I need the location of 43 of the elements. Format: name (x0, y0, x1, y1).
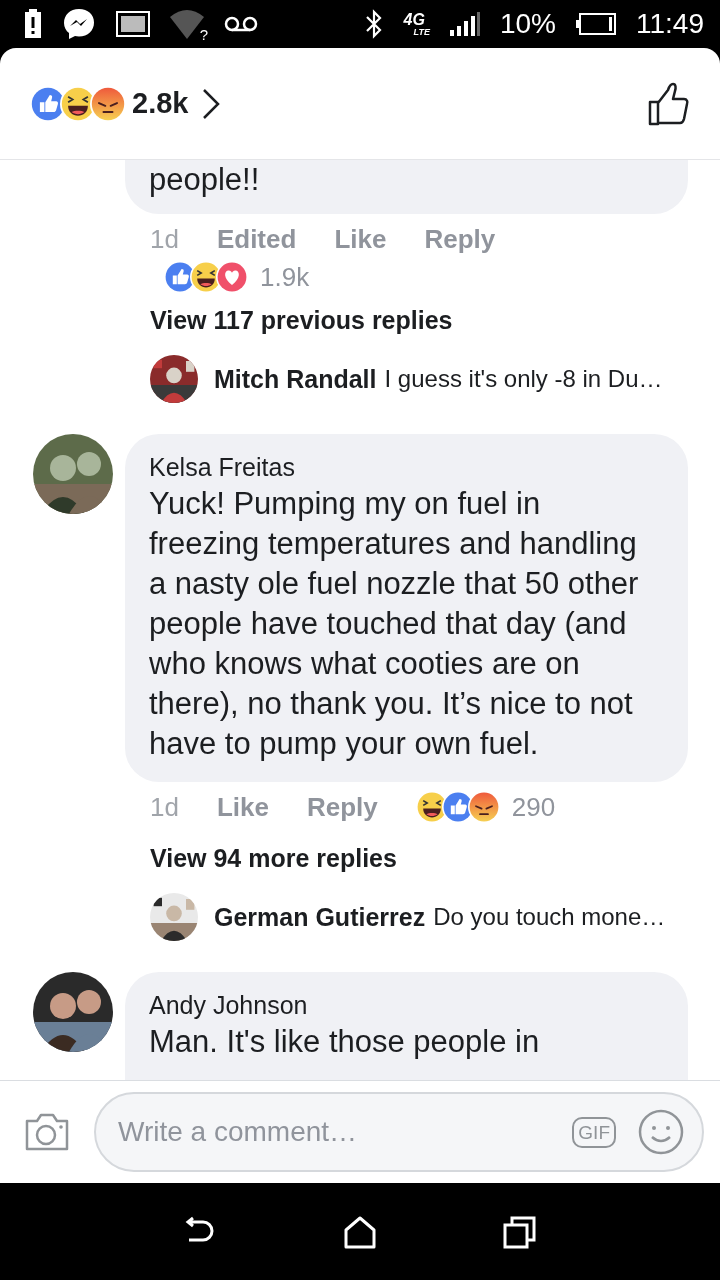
recent-apps-icon[interactable] (503, 1214, 537, 1249)
battery-icon (576, 13, 616, 35)
comment-text: Man. It's like those people in (149, 1023, 541, 1061)
reaction-summary[interactable]: 290 (415, 791, 556, 823)
network-subtype: LTE (413, 27, 430, 37)
comment-author[interactable]: Kelsa Freitas (149, 450, 660, 484)
view-replies-link[interactable]: View 94 more replies (150, 832, 720, 884)
reply-text: Do you touch mone… (433, 903, 666, 931)
comment-action-link[interactable]: Like (334, 223, 387, 255)
view-replies-link[interactable]: View 117 previous replies (150, 294, 720, 346)
comment-field[interactable]: Write a comment… GIF (94, 1092, 704, 1172)
network-type: 4G (403, 11, 426, 28)
timestamp: 1d (150, 223, 179, 255)
image-icon (116, 11, 150, 37)
clock: 11:49 (636, 8, 704, 40)
comment-text: Yuck! Pumping my on fuel in freezing temperatures and handling a nasty ole fuel nozzle that 50 other people have touched that day (and who knows what cooties are on there), no thank you. It’s nice to not have to pump your own fuel. (149, 485, 640, 763)
camera-icon[interactable] (24, 1112, 70, 1152)
thumbs-up-icon[interactable] (648, 81, 690, 126)
reaction-count[interactable]: 1.9k (260, 261, 310, 293)
signal-icon (449, 12, 480, 36)
wifi-question-mark: ? (199, 26, 208, 43)
reply-author[interactable]: Mitch Randall (214, 364, 377, 394)
gif-button[interactable]: GIF (572, 1116, 616, 1148)
voicemail-icon (224, 15, 258, 33)
reply-author[interactable]: German Gutierrez (214, 902, 426, 932)
comment-action-link[interactable]: Reply (424, 223, 496, 255)
comment-author[interactable]: Andy Johnson (149, 988, 660, 1022)
home-icon[interactable] (343, 1214, 377, 1249)
comment-action-link[interactable]: Like (216, 791, 269, 823)
battery-percentage: 10% (499, 8, 556, 40)
chevron-right-icon[interactable] (202, 87, 221, 120)
chat-bubble-icon (62, 7, 96, 41)
reaction-summary[interactable]: 1.9k (164, 261, 310, 293)
reaction-count[interactable]: 2.8k (132, 87, 189, 120)
smiley-icon[interactable] (638, 1109, 684, 1155)
reaction-count[interactable]: 290 (511, 791, 556, 823)
reply-text: I guess it's only -8 in Du… (384, 365, 663, 393)
comment-action-link[interactable]: Edited (216, 223, 297, 255)
bluetooth-icon (363, 9, 384, 39)
battery-alert-icon (24, 9, 42, 39)
comment-text: people!! (149, 161, 261, 199)
timestamp: 1d (150, 791, 179, 823)
comment-action-link[interactable]: Reply (306, 791, 378, 823)
